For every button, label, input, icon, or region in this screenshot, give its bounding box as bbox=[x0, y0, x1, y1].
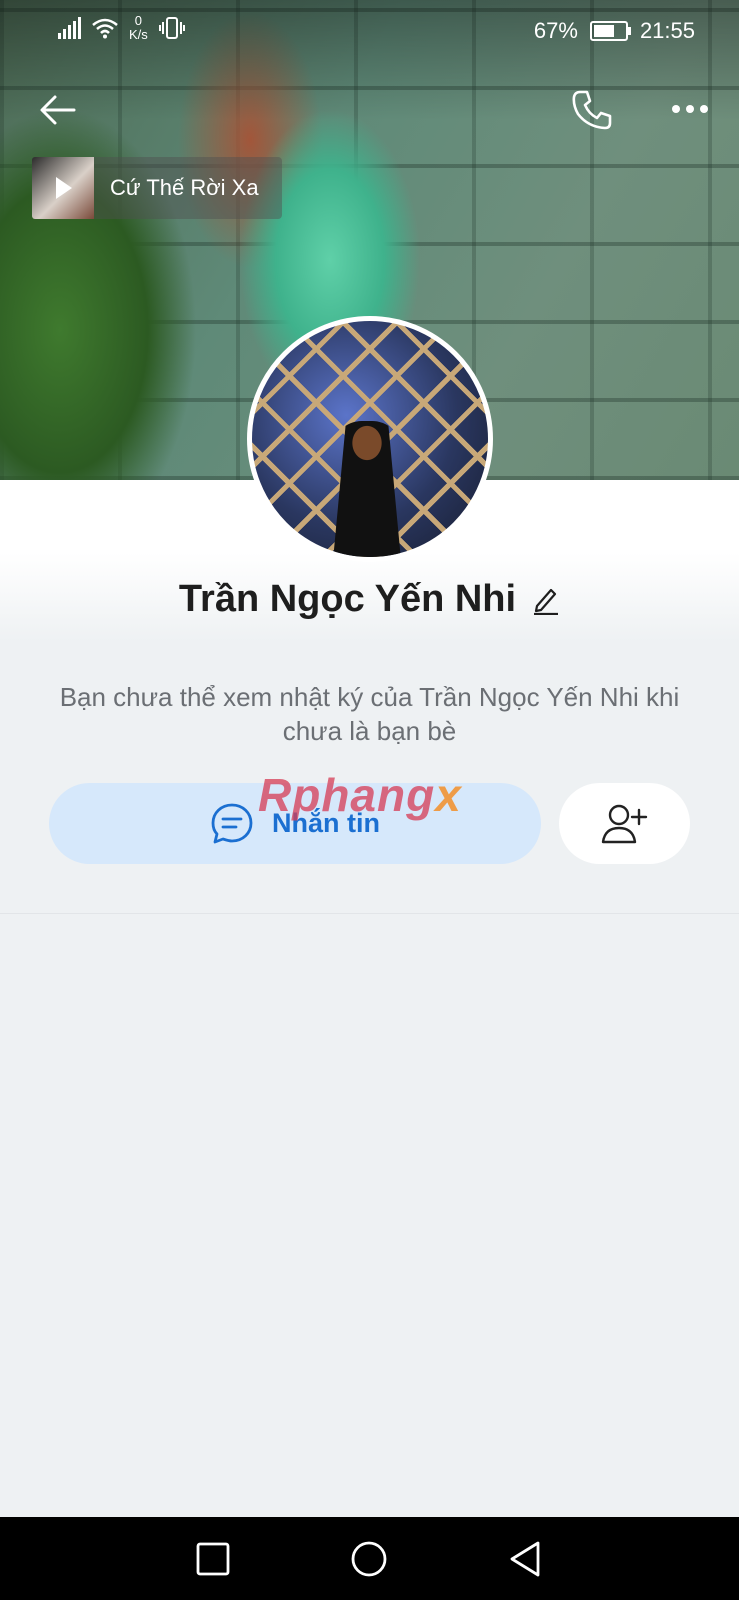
more-icon[interactable] bbox=[670, 102, 710, 116]
music-title: Cứ Thế Rời Xa bbox=[110, 175, 259, 200]
system-nav-bar bbox=[0, 1517, 739, 1600]
recent-apps-icon[interactable] bbox=[193, 1539, 233, 1579]
music-thumbnail bbox=[32, 157, 94, 219]
divider bbox=[0, 913, 739, 914]
signal-icon bbox=[58, 17, 81, 39]
back-icon[interactable] bbox=[506, 1539, 546, 1579]
phone-icon[interactable] bbox=[570, 88, 614, 132]
battery-icon bbox=[589, 21, 631, 41]
chat-bubble-icon bbox=[211, 803, 253, 843]
pencil-icon[interactable] bbox=[532, 585, 560, 615]
wifi-icon bbox=[92, 18, 118, 39]
net-speed: 0 K/s bbox=[129, 13, 148, 42]
message-button-label: Nhắn tin bbox=[272, 808, 380, 838]
message-button[interactable]: Nhắn tin bbox=[49, 783, 541, 864]
add-friend-icon bbox=[601, 804, 647, 843]
clock: 21:55 bbox=[639, 18, 695, 43]
avatar[interactable] bbox=[247, 316, 493, 562]
home-icon[interactable] bbox=[349, 1539, 389, 1579]
battery-percent: 67% bbox=[533, 18, 578, 43]
private-diary-notice: Bạn chưa thể xem nhật ký của Trần Ngọc Y… bbox=[59, 682, 680, 746]
profile-name-row: Trần Ngọc Yến Nhi bbox=[0, 578, 739, 621]
status-bar: 0 K/s 67% 21:55 bbox=[0, 0, 739, 62]
add-friend-button[interactable] bbox=[559, 783, 690, 864]
profile-music[interactable]: Cứ Thế Rời Xa bbox=[32, 157, 282, 219]
profile-name: Trần Ngọc Yến Nhi bbox=[178, 578, 517, 620]
vibrate-icon bbox=[158, 17, 185, 39]
back-arrow-icon[interactable] bbox=[38, 92, 78, 128]
play-icon[interactable] bbox=[56, 177, 72, 199]
